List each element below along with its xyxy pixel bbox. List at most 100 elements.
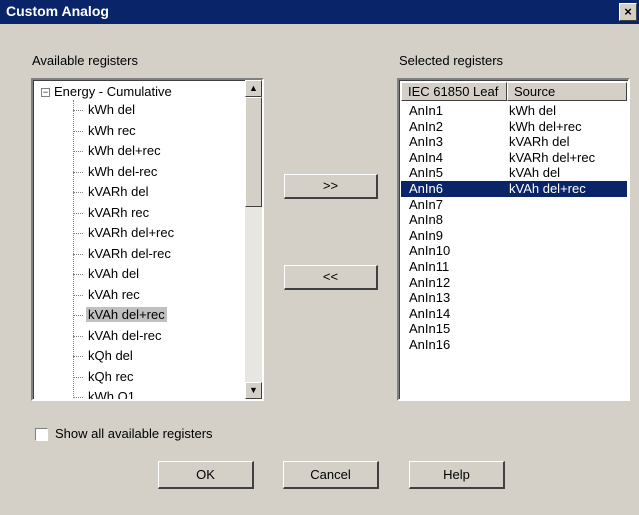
leaf-cell: AnIn10	[409, 243, 451, 259]
source-cell: kVAh del+rec	[509, 180, 586, 196]
tree-item-label: kVAh del+rec	[86, 307, 167, 322]
tree-branch-line	[73, 274, 83, 276]
source-cell: kVAh del	[509, 165, 561, 181]
tree-item-label: kVARh del-rec	[88, 245, 171, 261]
tree-item-label: kQh del	[88, 348, 133, 363]
close-button[interactable]: ×	[619, 3, 637, 21]
tree-item-label: kWh Q1	[88, 389, 135, 401]
scroll-down-button[interactable]: ▼	[245, 382, 262, 399]
leaf-cell: AnIn13	[409, 290, 451, 306]
list-row[interactable]: AnIn12	[401, 275, 627, 291]
show-all-checkbox[interactable]	[35, 428, 48, 441]
leaf-cell: AnIn1	[409, 103, 443, 118]
list-row[interactable]: AnIn6 kVAh del+rec	[401, 180, 627, 197]
tree-node-label: Energy - Cumulative	[54, 84, 172, 99]
tree-branch-line	[73, 130, 83, 132]
tree-item-label: kQh rec	[88, 368, 134, 384]
leaf-cell: AnIn6	[409, 180, 443, 196]
tree-node-energy-cumulative[interactable]: − Energy - Cumulative	[41, 83, 172, 100]
list-row[interactable]: AnIn1 kWh del	[401, 103, 627, 119]
list-row[interactable]: AnIn15	[401, 321, 627, 337]
leaf-cell: AnIn2	[409, 118, 443, 134]
leaf-cell: AnIn14	[409, 305, 451, 321]
tree-branch-line	[73, 151, 83, 153]
collapse-icon[interactable]: −	[41, 88, 50, 98]
available-registers-label: Available registers	[32, 53, 138, 68]
ok-button[interactable]: OK	[158, 461, 254, 489]
leaf-cell: AnIn16	[409, 336, 451, 352]
list-row[interactable]: AnIn5 kVAh del	[401, 165, 627, 181]
leaf-cell: AnIn12	[409, 274, 451, 290]
list-header: IEC 61850 Leaf Source	[401, 82, 627, 101]
tree-item[interactable]: kVARh rec	[73, 203, 253, 224]
leaf-cell: AnIn5	[409, 165, 443, 181]
tree-branch-line	[73, 253, 83, 255]
scroll-thumb[interactable]	[245, 97, 262, 207]
selected-registers-label: Selected registers	[399, 53, 504, 68]
list-row[interactable]: AnIn4 kVARh del+rec	[401, 150, 627, 166]
tree-item[interactable]: kWh rec	[73, 121, 253, 142]
tree-branch-line	[73, 397, 83, 399]
scroll-up-button[interactable]: ▲	[245, 80, 262, 97]
cancel-button[interactable]: Cancel	[283, 461, 379, 489]
tree-item[interactable]: kVARh del-rec	[73, 244, 253, 265]
tree-item-label: kVAh rec	[88, 286, 140, 302]
list-row[interactable]: AnIn3 kVARh del	[401, 134, 627, 150]
list-row[interactable]: AnIn16	[401, 337, 627, 353]
leaf-cell: AnIn4	[409, 149, 443, 165]
tree-branch-line	[73, 192, 83, 194]
list-row[interactable]: AnIn13	[401, 290, 627, 306]
tree-item[interactable]: kQh del	[73, 346, 253, 367]
list-row[interactable]: AnIn8	[401, 212, 627, 228]
leaf-cell: AnIn9	[409, 227, 443, 243]
add-register-button[interactable]: >>	[284, 174, 378, 199]
tree-item-label: kVARh del+rec	[88, 225, 175, 240]
tree-branch-line	[73, 315, 83, 317]
list-row[interactable]: AnIn2 kWh del+rec	[401, 119, 627, 135]
tree-item[interactable]: kWh del-rec	[73, 162, 253, 183]
tree-branch-line	[73, 376, 83, 378]
leaf-cell: AnIn7	[409, 196, 443, 212]
tree-item[interactable]: kVAh del-rec	[73, 326, 253, 347]
tree-branch-line	[73, 171, 83, 173]
window-title: Custom Analog	[6, 3, 109, 19]
tree-item-label: kWh del	[88, 102, 135, 117]
tree-branch-line	[73, 294, 83, 296]
tree-item-label: kWh del-rec	[88, 163, 158, 179]
column-header-source[interactable]: Source	[507, 82, 627, 101]
tree-item-label: kVARh rec	[88, 204, 150, 220]
source-cell: kVARh del+rec	[509, 149, 596, 165]
tree-branch-line	[73, 110, 83, 112]
available-registers-tree[interactable]: − Energy - Cumulative kWh del kWh rec kWh d…	[31, 78, 264, 401]
list-row[interactable]: AnIn7	[401, 197, 627, 213]
tree-item[interactable]: kVARh del	[73, 182, 253, 203]
tree-item-label: kVAh del	[88, 266, 140, 281]
tree-branch-line	[73, 212, 83, 214]
tree-item[interactable]: kQh rec	[73, 367, 253, 388]
tree-scrollbar[interactable]: ▲ ▼	[245, 80, 262, 399]
tree-item[interactable]: kVARh del+rec	[73, 223, 253, 244]
tree-item-label: kWh del+rec	[88, 143, 161, 158]
list-row[interactable]: AnIn14	[401, 306, 627, 322]
column-header-iec-leaf[interactable]: IEC 61850 Leaf	[401, 82, 507, 101]
leaf-cell: AnIn8	[409, 212, 443, 228]
remove-register-button[interactable]: <<	[284, 265, 378, 290]
selected-registers-list[interactable]: IEC 61850 Leaf Source AnIn1 kWh del AnIn2 k…	[397, 78, 630, 401]
list-row[interactable]: AnIn10	[401, 243, 627, 259]
tree-item[interactable]: kVAh del	[73, 264, 253, 285]
tree-item[interactable]: kWh del+rec	[73, 141, 253, 162]
tree-item[interactable]: kWh del	[73, 100, 253, 121]
list-row[interactable]: AnIn9	[401, 228, 627, 244]
source-cell: kVARh del	[509, 134, 570, 150]
source-cell: kWh del	[509, 103, 556, 118]
tree-item-label: kVARh del	[88, 184, 149, 199]
list-row[interactable]: AnIn11	[401, 259, 627, 275]
tree-item[interactable]: kVAh del+rec	[73, 305, 253, 326]
tree-item[interactable]: kVAh rec	[73, 285, 253, 306]
help-button[interactable]: Help	[409, 461, 505, 489]
show-all-label[interactable]: Show all available registers	[55, 426, 213, 441]
tree-branch-line	[73, 233, 83, 235]
leaf-cell: AnIn15	[409, 321, 451, 337]
leaf-cell: AnIn3	[409, 134, 443, 150]
tree-item[interactable]: kWh Q1	[73, 387, 253, 401]
